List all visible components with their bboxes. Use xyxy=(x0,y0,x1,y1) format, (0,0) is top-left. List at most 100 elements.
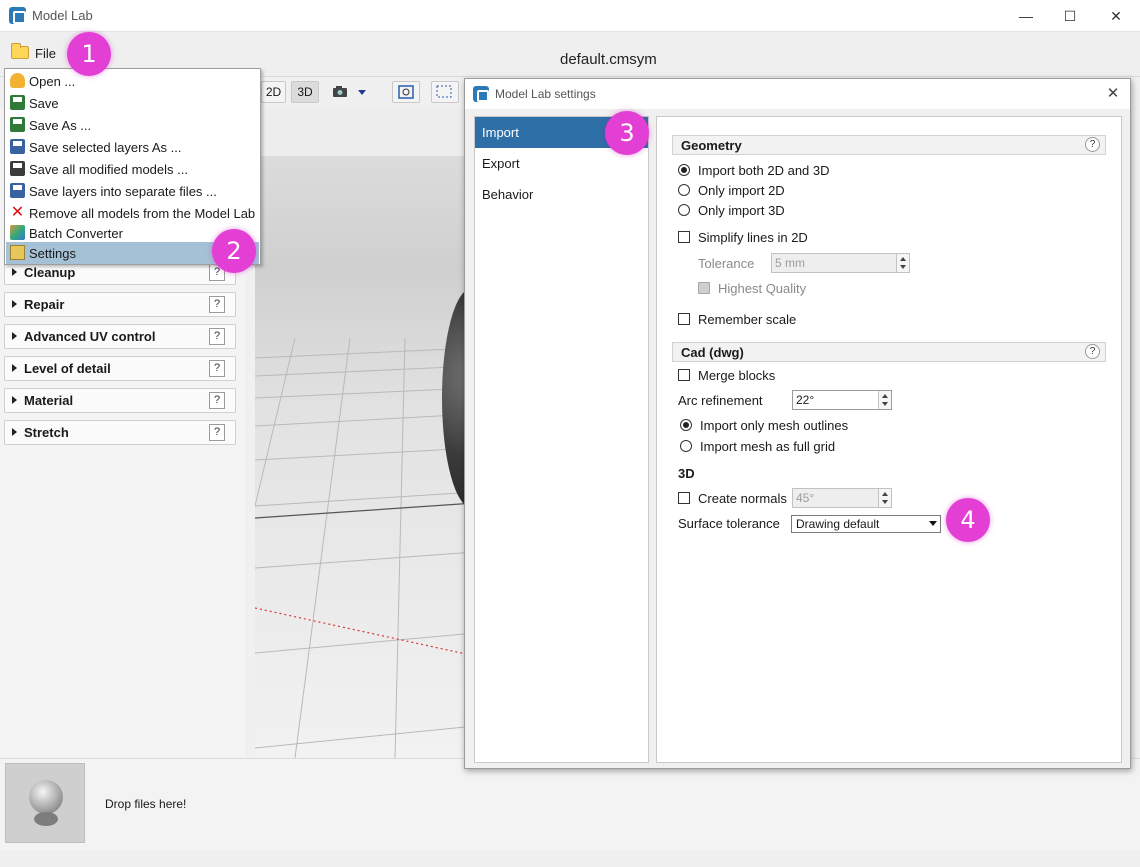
menu-item-save-as[interactable]: Save As ... xyxy=(6,114,259,136)
dialog-title: Model Lab settings xyxy=(495,87,596,101)
close-window-button[interactable]: ✕ xyxy=(1096,4,1136,28)
window-titlebar: Model Lab — ☐ ✕ xyxy=(0,0,1140,32)
radio-button[interactable] xyxy=(678,204,690,216)
open-folder-icon xyxy=(10,73,25,88)
select-region-button[interactable] xyxy=(431,81,459,103)
checkbox[interactable] xyxy=(678,492,690,504)
settings-content: Geometry ? Import both 2D and 3D Only im… xyxy=(656,116,1122,763)
ground-grid xyxy=(255,337,475,758)
pedestal-icon xyxy=(34,812,58,826)
file-menu-button[interactable]: File xyxy=(6,40,66,66)
group-title: Geometry xyxy=(681,138,742,153)
cad-group-header: Cad (dwg) ? xyxy=(672,342,1106,362)
dialog-close-button[interactable]: ✕ xyxy=(1101,83,1125,105)
section-level-of-detail[interactable]: Level of detail ? xyxy=(4,356,236,381)
radio-button[interactable] xyxy=(680,419,692,431)
section-stretch[interactable]: Stretch ? xyxy=(4,420,236,445)
checkbox-label: Create normals xyxy=(698,491,787,506)
cad-help-button[interactable]: ? xyxy=(1085,344,1100,359)
radio-label: Import only mesh outlines xyxy=(700,418,849,433)
radio-label: Only import 3D xyxy=(698,203,785,218)
drop-area[interactable]: Drop files here! xyxy=(0,758,1140,850)
surface-tolerance-select[interactable]: Drawing default xyxy=(791,515,941,533)
select-region-icon xyxy=(436,85,452,98)
checkbox[interactable] xyxy=(698,282,710,294)
save-as-icon xyxy=(10,117,25,132)
viewport-toolbar: 2D 3D xyxy=(256,78,466,106)
radio-button[interactable] xyxy=(678,184,690,196)
menu-item-label: Save layers into separate files ... xyxy=(29,184,217,199)
section-label: Cleanup xyxy=(24,265,76,280)
camera-dropdown-button[interactable] xyxy=(330,83,372,101)
menu-item-save-separate-files[interactable]: Save layers into separate files ... xyxy=(6,180,259,202)
spin-arrows-icon[interactable] xyxy=(878,391,891,409)
expand-arrow-icon xyxy=(12,364,17,372)
3d-viewport[interactable] xyxy=(255,108,475,758)
arc-refinement-spinbox[interactable]: 22° xyxy=(792,390,892,410)
section-label: Material xyxy=(24,393,74,408)
help-button[interactable]: ? xyxy=(209,328,225,345)
arc-refinement-label: Arc refinement xyxy=(678,393,763,408)
help-button[interactable]: ? xyxy=(209,424,225,441)
menu-item-save[interactable]: Save xyxy=(6,92,259,114)
camera-icon xyxy=(333,86,366,97)
menu-item-label: Remove all models from the Model Lab xyxy=(29,206,256,221)
section-repair[interactable]: Repair ? xyxy=(4,292,236,317)
chevron-down-icon xyxy=(929,521,937,526)
status-bar xyxy=(0,851,1140,867)
checkbox[interactable] xyxy=(678,231,690,243)
expand-arrow-icon xyxy=(12,428,17,436)
menu-item-open[interactable]: Open ... xyxy=(6,70,259,92)
document-title: default.cmsym xyxy=(560,51,657,68)
spin-arrows-icon[interactable] xyxy=(878,489,891,507)
checkbox[interactable] xyxy=(678,369,690,381)
checkbox[interactable] xyxy=(678,313,690,325)
view-2d-button[interactable]: 2D xyxy=(261,81,286,103)
arc-refinement-value: 22° xyxy=(796,393,815,407)
normals-angle-value: 45° xyxy=(796,491,815,505)
help-button[interactable]: ? xyxy=(209,360,225,377)
file-menu-label: File xyxy=(35,46,56,61)
menu-item-label: Save As ... xyxy=(29,118,92,133)
section-material[interactable]: Material ? xyxy=(4,388,236,413)
section-label: Level of detail xyxy=(24,361,111,376)
expand-arrow-icon xyxy=(12,332,17,340)
settings-dialog: Model Lab settings ✕ Import Export Behav… xyxy=(464,78,1131,769)
normals-angle-spinbox[interactable]: 45° xyxy=(792,488,892,508)
app-logo-icon xyxy=(473,86,489,102)
step-badge-4: 4 xyxy=(946,498,990,542)
settings-nav: Import Export Behavior xyxy=(474,116,649,763)
window-title: Model Lab xyxy=(32,8,93,23)
model-thumbnail[interactable] xyxy=(5,763,85,843)
spin-arrows-icon[interactable] xyxy=(896,254,909,272)
save-all-icon xyxy=(10,161,25,176)
section-advanced-uv-control[interactable]: Advanced UV control ? xyxy=(4,324,236,349)
menu-item-save-selected-layers[interactable]: Save selected layers As ... xyxy=(6,136,259,158)
radio-button[interactable] xyxy=(680,440,692,452)
tolerance-spinbox[interactable]: 5 mm xyxy=(771,253,910,273)
expand-arrow-icon xyxy=(12,268,17,276)
radio-button[interactable] xyxy=(678,164,690,176)
settings-icon xyxy=(10,245,25,260)
section-label: Repair xyxy=(24,297,65,312)
checkbox-label: Simplify lines in 2D xyxy=(698,230,808,245)
sphere-icon xyxy=(29,780,63,814)
zoom-extents-button[interactable] xyxy=(392,81,420,103)
nav-item-behavior[interactable]: Behavior xyxy=(475,179,648,210)
expand-arrow-icon xyxy=(12,396,17,404)
help-button[interactable]: ? xyxy=(209,392,225,409)
step-badge-3: 3 xyxy=(605,111,649,155)
menu-item-remove-all-models[interactable]: ✕ Remove all models from the Model Lab xyxy=(6,202,259,224)
maximize-button[interactable]: ☐ xyxy=(1050,4,1090,28)
minimize-button[interactable]: — xyxy=(1006,4,1046,28)
step-badge-2: 2 xyxy=(212,229,256,273)
checkbox-label: Remember scale xyxy=(698,312,797,327)
menu-item-label: Save selected layers As ... xyxy=(29,140,182,155)
view-3d-button[interactable]: 3D xyxy=(291,81,319,103)
geometry-help-button[interactable]: ? xyxy=(1085,137,1100,152)
group-title: Cad (dwg) xyxy=(681,345,744,360)
menu-item-label: Settings xyxy=(29,246,76,261)
help-button[interactable]: ? xyxy=(209,296,225,313)
menu-item-save-all-modified[interactable]: Save all modified models ... xyxy=(6,158,259,180)
section-label: Stretch xyxy=(24,425,69,440)
